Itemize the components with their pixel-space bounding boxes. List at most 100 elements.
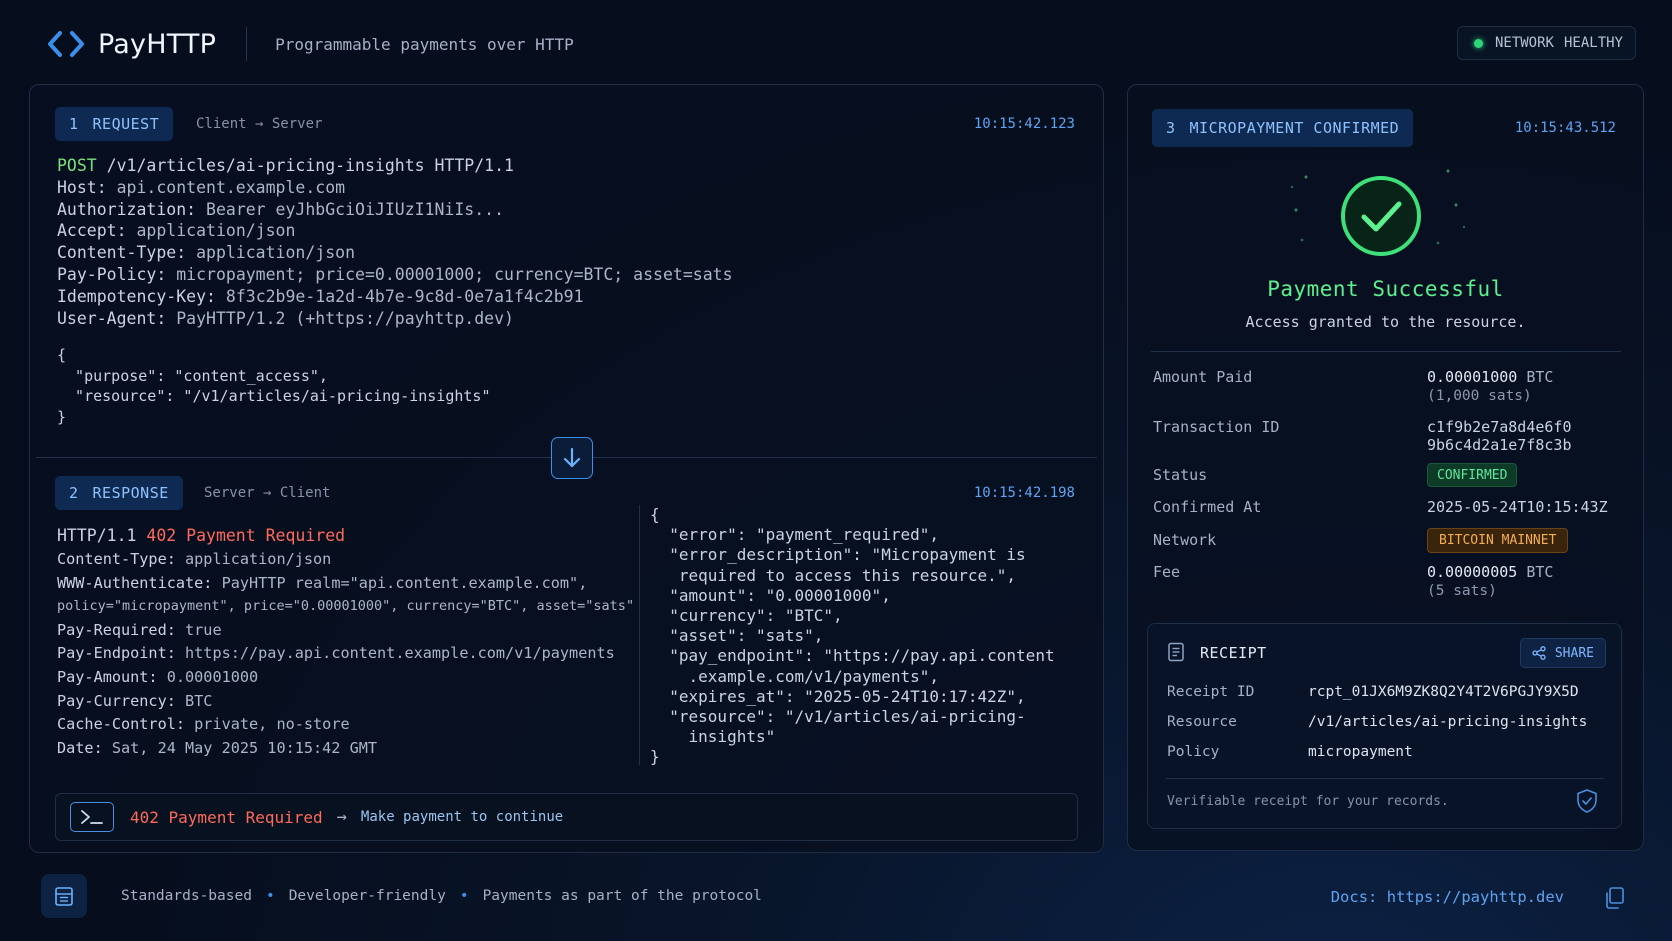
network-status-badge: NETWORK HEALTHY <box>1456 26 1636 60</box>
shield-check-icon <box>1575 788 1599 818</box>
confirmation-step-label: MICROPAYMENT CONFIRMED <box>1189 119 1400 137</box>
status-badge: CONFIRMED <box>1427 463 1518 487</box>
amount-paid-label: Amount Paid <box>1153 368 1253 386</box>
command-bar: 402 Payment Required → Make payment to c… <box>55 793 1078 841</box>
response-json-line: } <box>650 747 660 767</box>
response-json-line: "resource": "/v1/articles/ai-pricing- <box>650 707 1026 727</box>
confirmation-step-number: 3 <box>1166 119 1176 137</box>
copy-icon[interactable] <box>1600 884 1628 912</box>
header-value: 0.00001000 <box>157 667 259 686</box>
response-header-line: Pay-Amount: 0.00001000 <box>57 666 634 690</box>
response-step-label: RESPONSE <box>92 484 169 502</box>
response-header-line: policy="micropayment", price="0.00001000… <box>57 595 634 619</box>
header-key: Pay-Endpoint: <box>57 644 176 663</box>
receipt-divider <box>1166 778 1604 779</box>
share-button[interactable]: SHARE <box>1519 638 1606 668</box>
response-json-line: insights" <box>650 727 776 747</box>
response-json-line: "error_description": "Micropayment is <box>650 545 1026 565</box>
transaction-id-line1: c1f9b2e7a8d4e6f0 <box>1427 418 1572 436</box>
network-label: Network <box>1153 531 1217 549</box>
transaction-id-label: Transaction ID <box>1153 418 1280 436</box>
request-body-line: "purpose": "content_access", <box>57 366 328 385</box>
document-stack-icon[interactable] <box>41 874 87 918</box>
header-key: User-Agent: <box>57 308 167 328</box>
response-header-line: WWW-Authenticate: PayHTTP realm="api.con… <box>57 572 634 596</box>
request-body-line: } <box>57 407 67 426</box>
response-route: Server → Client <box>204 485 331 501</box>
cmd-status: 402 Payment Required <box>130 807 323 827</box>
footer-item: Payments as part of the protocol <box>482 888 762 904</box>
footer-separator: • <box>459 888 469 904</box>
transaction-id-value[interactable]: c1f9b2e7a8d4e6f0 9b6c4d2a1e7f8c3b <box>1427 418 1572 454</box>
response-header-line: Pay-Required: true <box>57 619 634 643</box>
header-value: BTC <box>175 691 213 710</box>
header-value: Bearer eyJhbGciOiJIUzI1NiIs... <box>196 199 505 219</box>
request-header-line: Host: api.content.example.com <box>57 177 733 199</box>
footer-separator: • <box>265 888 275 904</box>
amount-paid-sats: (1,000 sats) <box>1427 388 1532 404</box>
header-key: WWW-Authenticate: <box>57 573 213 592</box>
request-header-line: Idempotency-Key: 8f3c2b9e-1a2d-4b7e-9c8d… <box>57 286 733 308</box>
response-status: 402 Payment Required <box>146 526 346 545</box>
http-exchange-panel: 1 REQUEST Client → Server 10:15:42.123 P… <box>29 84 1104 853</box>
response-protocol: HTTP/1.1 <box>57 526 147 545</box>
confirmation-divider <box>1151 351 1621 352</box>
header-key: Pay-Currency: <box>57 691 176 710</box>
share-icon <box>1532 646 1546 660</box>
request-code-block: POST /v1/articles/ai-pricing-insights HT… <box>57 155 733 329</box>
docs-link[interactable]: Docs: https://payhttp.dev <box>1331 888 1564 906</box>
fee-sats: (5 sats) <box>1427 583 1497 599</box>
receipt-policy-label: Policy <box>1167 744 1220 760</box>
receipt-title: RECEIPT <box>1200 644 1267 662</box>
confirmation-step-chip: 3 MICROPAYMENT CONFIRMED <box>1152 109 1414 147</box>
network-status-value: HEALTHY <box>1563 35 1623 51</box>
transaction-id-line2: 9b6c4d2a1e7f8c3b <box>1427 436 1572 454</box>
header-key: Pay-Required: <box>57 620 176 639</box>
flow-down-button[interactable] <box>551 437 593 479</box>
header-key: Content-Type: <box>57 243 187 263</box>
request-header-line: Pay-Policy: micropayment; price=0.000010… <box>57 264 733 286</box>
header-key: Accept: <box>57 221 127 241</box>
status-label: Status <box>1153 466 1208 484</box>
request-body-line: { <box>57 346 67 364</box>
success-title: Payment Successful <box>1267 277 1504 301</box>
header-key: Pay-Amount: <box>57 667 158 686</box>
response-column-divider <box>639 505 640 765</box>
receipt-resource-value: /v1/articles/ai-pricing-insights <box>1308 714 1588 730</box>
response-header-line: Content-Type: application/json <box>57 548 634 572</box>
response-header-line: Cache-Control: private, no-store <box>57 713 634 737</box>
network-status-label: NETWORK <box>1494 35 1554 51</box>
header-key: Authorization: <box>57 199 197 219</box>
arrow-down-icon <box>563 447 581 468</box>
request-header-line: Accept: application/json <box>57 220 733 242</box>
terminal-icon <box>70 802 114 832</box>
header-value: 8f3c2b9e-1a2d-4b7e-9c8d-0e7a1f4c2b91 <box>215 286 584 306</box>
header-value: application/json <box>175 550 332 568</box>
amount-paid-value: 0.00001000 BTC (1,000 sats) <box>1427 368 1553 405</box>
header-value: https://pay.api.content.example.com/v1/p… <box>175 644 615 663</box>
success-subtitle: Access granted to the resource. <box>1245 313 1526 331</box>
receipt-resource-label: Resource <box>1167 714 1237 730</box>
fee-value: 0.00000005 BTC (5 sats) <box>1427 563 1553 600</box>
request-header-line: User-Agent: PayHTTP/1.2 (+https://payhtt… <box>57 308 733 330</box>
brand-name[interactable]: PayHTTP <box>98 29 216 60</box>
request-body-line: "resource": "/v1/articles/ai-pricing-ins… <box>57 387 491 405</box>
receipt-policy-value: micropayment <box>1308 744 1413 760</box>
response-header-line: Date: Sat, 24 May 2025 10:15:42 GMT <box>57 737 634 761</box>
confirmation-timestamp: 10:15:43.512 <box>1514 120 1616 136</box>
request-step-chip: 1 REQUEST <box>55 107 174 141</box>
chevrons-code-icon <box>44 29 90 59</box>
receipt-id-label: Receipt ID <box>1167 684 1255 700</box>
header-value: Sat, 24 May 2025 10:15:42 GMT <box>102 738 378 757</box>
check-circle-icon <box>1336 171 1426 261</box>
confirmed-at-value: 2025-05-24T10:15:43Z <box>1427 498 1608 516</box>
header-value: PayHTTP realm="api.content.example.com", <box>212 573 588 592</box>
request-step-label: REQUEST <box>92 115 160 133</box>
request-header-line: Content-Type: application/json <box>57 242 733 264</box>
response-header-line: Pay-Endpoint: https://pay.api.content.ex… <box>57 642 634 666</box>
response-json-line: "expires_at": "2025-05-24T10:17:42Z", <box>650 686 1026 706</box>
response-json-body: { "error": "payment_required", "error_de… <box>650 505 1055 768</box>
share-label: SHARE <box>1554 645 1594 661</box>
receipt-id-value[interactable]: rcpt_01JX6M9ZK8Q2Y4T2V6PGJY9X5D <box>1308 684 1579 700</box>
request-path: /v1/articles/ai-pricing-insights HTTP/1.… <box>96 156 514 175</box>
